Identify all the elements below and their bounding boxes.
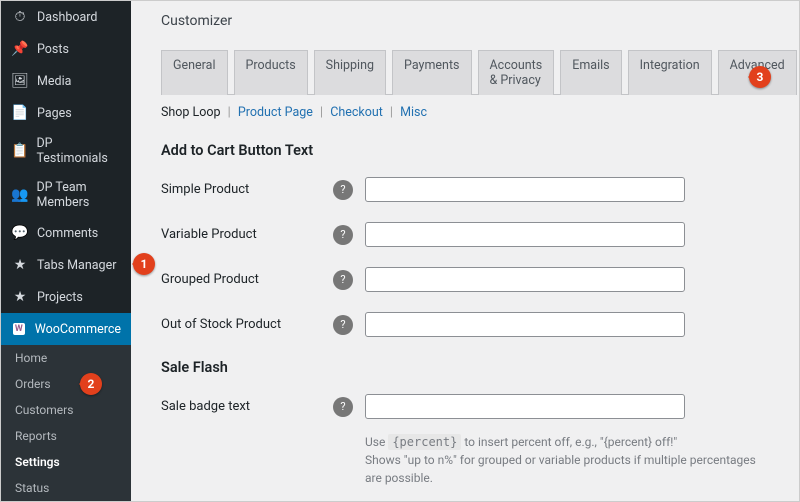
annotation-2: 2	[80, 373, 102, 395]
nav-woocommerce[interactable]: W WooCommerce	[1, 313, 131, 345]
subnav-home[interactable]: Home	[1, 345, 131, 371]
row-simple-product: Simple Product ?	[161, 167, 769, 212]
tab-emails[interactable]: Emails	[560, 50, 621, 95]
field-label: Variable Product	[161, 227, 333, 242]
tab-general[interactable]: General	[161, 50, 228, 95]
page-title: Customizer	[131, 1, 799, 41]
sale-badge-hint: Use {percent} to insert percent off, e.g…	[365, 433, 769, 487]
nav-label: Comments	[37, 226, 98, 241]
nav-label: Pages	[37, 106, 72, 121]
nav-label: Dashboard	[37, 10, 97, 25]
nav-dashboard[interactable]: ⏱ Dashboard	[1, 1, 131, 33]
users-icon: 👥	[11, 186, 28, 204]
nav-pages[interactable]: 📄 Pages	[1, 97, 131, 129]
subtab-checkout[interactable]: Checkout	[330, 105, 383, 120]
section-layout: Layout	[161, 499, 769, 501]
subnav-customers[interactable]: Customers	[1, 397, 131, 423]
row-sale-badge: Sale badge text ?	[161, 384, 769, 429]
nav-label: DP Testimonials	[36, 136, 121, 166]
section-add-to-cart: Add to Cart Button Text	[161, 142, 769, 159]
field-label: Grouped Product	[161, 272, 333, 287]
tab-accounts-privacy[interactable]: Accounts & Privacy	[478, 50, 555, 95]
help-icon[interactable]: ?	[333, 270, 353, 290]
subtab-product-page[interactable]: Product Page	[238, 105, 313, 120]
tab-shipping[interactable]: Shipping	[314, 50, 386, 95]
help-icon[interactable]: ?	[333, 315, 353, 335]
nav-label: Projects	[37, 290, 83, 305]
tab-products[interactable]: Products	[234, 50, 308, 95]
main-content: Customizer General Products Shipping Pay…	[131, 1, 799, 501]
nav-testimonials[interactable]: 📋 DP Testimonials	[1, 129, 131, 173]
hint-code: {percent}	[388, 434, 461, 450]
field-label: Sale badge text	[161, 399, 333, 414]
help-icon[interactable]: ?	[333, 180, 353, 200]
out-of-stock-input[interactable]	[365, 312, 685, 337]
settings-tabs: General Products Shipping Payments Accou…	[161, 49, 769, 95]
tab-payments[interactable]: Payments	[392, 50, 471, 95]
gauge-icon: ⏱	[11, 8, 29, 26]
page-icon: 📄	[11, 104, 29, 122]
field-label: Out of Stock Product	[161, 317, 333, 332]
row-out-of-stock-product: Out of Stock Product ?	[161, 302, 769, 347]
customizer-subtabs: Shop Loop | Product Page | Checkout | Mi…	[161, 95, 769, 130]
woo-subnav: Home Orders Customers Reports Settings S…	[1, 345, 131, 502]
clipboard-icon: 📋	[11, 142, 28, 160]
row-variable-product: Variable Product ?	[161, 212, 769, 257]
simple-product-input[interactable]	[365, 177, 685, 202]
woo-icon: W	[11, 320, 27, 338]
subtab-misc[interactable]: Misc	[400, 105, 427, 120]
nav-label: Posts	[37, 42, 69, 57]
media-icon: 🖼	[11, 72, 29, 90]
comment-icon: 💬	[11, 224, 29, 242]
nav-label: Media	[37, 74, 71, 89]
variable-product-input[interactable]	[365, 222, 685, 247]
row-grouped-product: Grouped Product ?	[161, 257, 769, 302]
sale-badge-input[interactable]	[365, 394, 685, 419]
tab-integration[interactable]: Integration	[628, 50, 712, 95]
nav-label: Tabs Manager	[37, 258, 116, 273]
star-icon: ★	[11, 288, 29, 306]
annotation-1: 1	[133, 253, 155, 275]
help-icon[interactable]: ?	[333, 225, 353, 245]
nav-label: DP Team Members	[36, 180, 121, 210]
subtab-shop-loop[interactable]: Shop Loop	[161, 105, 221, 120]
subnav-orders[interactable]: Orders	[1, 371, 131, 397]
nav-media[interactable]: 🖼 Media	[1, 65, 131, 97]
subnav-status[interactable]: Status	[1, 475, 131, 501]
grouped-product-input[interactable]	[365, 267, 685, 292]
admin-sidebar: ⏱ Dashboard 📌 Posts 🖼 Media 📄 Pages 📋 DP Test…	[1, 1, 131, 501]
nav-tabs-manager[interactable]: ★ Tabs Manager	[1, 249, 131, 281]
star-icon: ★	[11, 256, 29, 274]
nav-team-members[interactable]: 👥 DP Team Members	[1, 173, 131, 217]
annotation-3: 3	[749, 66, 771, 88]
pin-icon: 📌	[11, 40, 29, 58]
subnav-settings[interactable]: Settings	[1, 449, 131, 475]
section-sale-flash: Sale Flash	[161, 359, 769, 376]
subnav-reports[interactable]: Reports	[1, 423, 131, 449]
nav-label: WooCommerce	[35, 322, 121, 337]
field-label: Simple Product	[161, 182, 333, 197]
help-icon[interactable]: ?	[333, 397, 353, 417]
nav-projects[interactable]: ★ Projects	[1, 281, 131, 313]
nav-comments[interactable]: 💬 Comments	[1, 217, 131, 249]
nav-posts[interactable]: 📌 Posts	[1, 33, 131, 65]
